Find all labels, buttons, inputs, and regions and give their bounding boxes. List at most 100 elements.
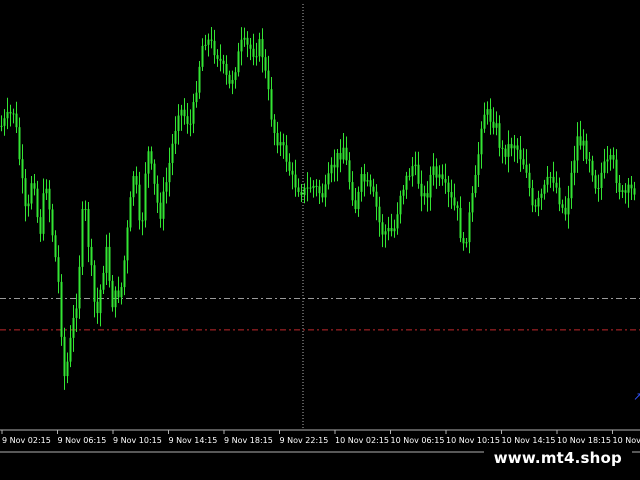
candle-body — [15, 113, 18, 128]
candle-body — [531, 188, 534, 206]
candle-body — [189, 123, 192, 125]
candle-body — [546, 176, 549, 185]
x-tick-label: 9 Nov 18:15 — [224, 436, 273, 445]
candle-body — [507, 144, 510, 157]
candle-body — [126, 227, 129, 261]
candle-body — [90, 246, 93, 266]
candle-body — [78, 266, 81, 309]
candle-body — [417, 164, 420, 184]
candle-body — [84, 209, 87, 211]
candle-body — [102, 272, 105, 290]
x-tick-label: 10 Nov 18:15 — [557, 436, 611, 445]
candle-body — [630, 184, 633, 189]
candle-body — [69, 337, 72, 362]
candle-body — [423, 193, 426, 197]
candle-body — [474, 174, 477, 194]
candle-body — [384, 231, 387, 235]
candle-body — [462, 238, 465, 244]
candle-body — [357, 191, 360, 210]
candle-body — [57, 257, 60, 282]
candle-body — [483, 114, 486, 129]
candle-body — [183, 109, 186, 117]
candle-body — [258, 39, 261, 57]
candle-body — [348, 160, 351, 183]
candle-body — [480, 128, 483, 155]
candle-body — [6, 111, 9, 119]
candle-body — [165, 182, 168, 192]
candle-body — [87, 209, 90, 247]
candle-body — [504, 148, 507, 157]
candle-body — [273, 119, 276, 134]
candle-body — [207, 39, 210, 45]
candle-body — [105, 246, 108, 273]
candle-body — [201, 45, 204, 67]
candle-body — [543, 184, 546, 194]
candle-body — [339, 152, 342, 160]
candle-body — [312, 185, 315, 189]
candle-body — [456, 205, 459, 208]
candle-body — [93, 265, 96, 302]
candle-body — [111, 280, 114, 308]
candle-body — [108, 246, 111, 281]
candle-body — [534, 205, 537, 207]
candle-body — [381, 222, 384, 235]
candle-body — [624, 190, 627, 193]
candle-body — [120, 287, 123, 298]
candle-body — [606, 159, 609, 162]
x-tick-label: 9 Nov 02:15 — [2, 436, 51, 445]
candle-body — [240, 39, 243, 52]
candle-body — [231, 79, 234, 84]
candle-body — [204, 44, 207, 46]
candle-body — [279, 142, 282, 146]
candle-body — [426, 193, 429, 198]
candle-body — [117, 290, 120, 298]
candle-body — [330, 164, 333, 174]
candle-body — [150, 151, 153, 164]
candle-body — [549, 176, 552, 178]
candle-body — [600, 172, 603, 189]
x-tick-label: 9 Nov 06:15 — [58, 436, 107, 445]
candle-body — [51, 209, 54, 236]
candle-body — [582, 140, 585, 146]
candle-body — [627, 184, 630, 193]
candle-body — [399, 195, 402, 215]
candle-body — [468, 212, 471, 243]
candle-body — [603, 161, 606, 173]
candle-body — [408, 175, 411, 177]
candle-body — [444, 179, 447, 183]
candle-body — [114, 290, 117, 308]
watermark: www.mt4.shop — [483, 445, 632, 472]
candle-body — [168, 162, 171, 183]
candle-body — [609, 155, 612, 160]
candle-body — [297, 187, 300, 192]
candle-body — [324, 184, 327, 198]
candle-body — [18, 127, 21, 160]
candle-body — [144, 173, 147, 221]
candle-body — [588, 159, 591, 161]
candle-body — [288, 161, 291, 171]
candle-body — [75, 308, 78, 318]
candle-body — [528, 172, 531, 189]
candle-body — [282, 142, 285, 146]
candle-body — [486, 109, 489, 115]
candle-body — [36, 188, 39, 218]
candle-body — [270, 89, 273, 120]
candle-body — [153, 163, 156, 184]
candle-body — [345, 147, 348, 161]
candle-body — [249, 44, 252, 49]
candle-body — [558, 187, 561, 205]
x-tick-label: 9 Nov 22:15 — [280, 436, 329, 445]
candle-body — [621, 190, 624, 192]
candle-body — [9, 111, 12, 114]
candle-body — [321, 193, 324, 198]
candle-body — [396, 214, 399, 229]
price-chart[interactable]: ↗ 9 Nov 02:15 9 Nov 06:15 9 Nov 10:15 9 Nov … — [0, 0, 640, 480]
candle-body — [387, 228, 390, 232]
candle-body — [300, 191, 303, 196]
candle-body — [174, 130, 177, 144]
candle-body — [429, 174, 432, 198]
candle-body — [453, 197, 456, 206]
candle-body — [264, 57, 267, 71]
candle-body — [585, 140, 588, 160]
candle-body — [63, 336, 66, 377]
